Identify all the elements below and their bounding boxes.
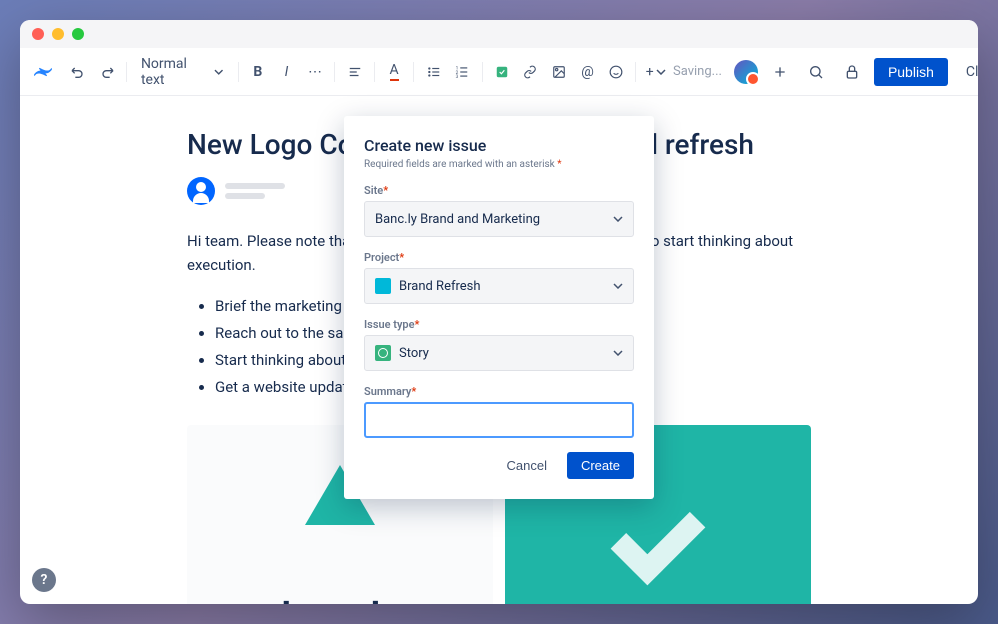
project-label: Project* [364, 251, 634, 264]
chevron-down-icon [613, 283, 623, 289]
required-hint: Required fields are marked with an aster… [364, 159, 634, 170]
chevron-down-icon [613, 216, 623, 222]
modal-overlay: Create new issue Required fields are mar… [20, 20, 978, 604]
site-value: Banc.ly Brand and Marketing [375, 212, 540, 227]
site-select[interactable]: Banc.ly Brand and Marketing [364, 201, 634, 237]
project-value: Brand Refresh [399, 279, 481, 294]
create-issue-modal: Create new issue Required fields are mar… [344, 116, 654, 499]
issue-type-select[interactable]: Story [364, 335, 634, 371]
project-icon [375, 278, 391, 294]
issue-type-label: Issue type* [364, 318, 634, 331]
modal-title: Create new issue [364, 136, 634, 155]
create-button[interactable]: Create [567, 452, 634, 479]
project-select[interactable]: Brand Refresh [364, 268, 634, 304]
chevron-down-icon [613, 350, 623, 356]
issue-type-value: Story [399, 346, 429, 361]
cancel-button[interactable]: Cancel [495, 452, 559, 479]
summary-label: Summary* [364, 385, 634, 398]
summary-input[interactable] [364, 402, 634, 438]
site-label: Site* [364, 184, 634, 197]
app-window: Normal text B I ⋯ A 123 [20, 20, 978, 604]
story-icon [375, 345, 391, 361]
